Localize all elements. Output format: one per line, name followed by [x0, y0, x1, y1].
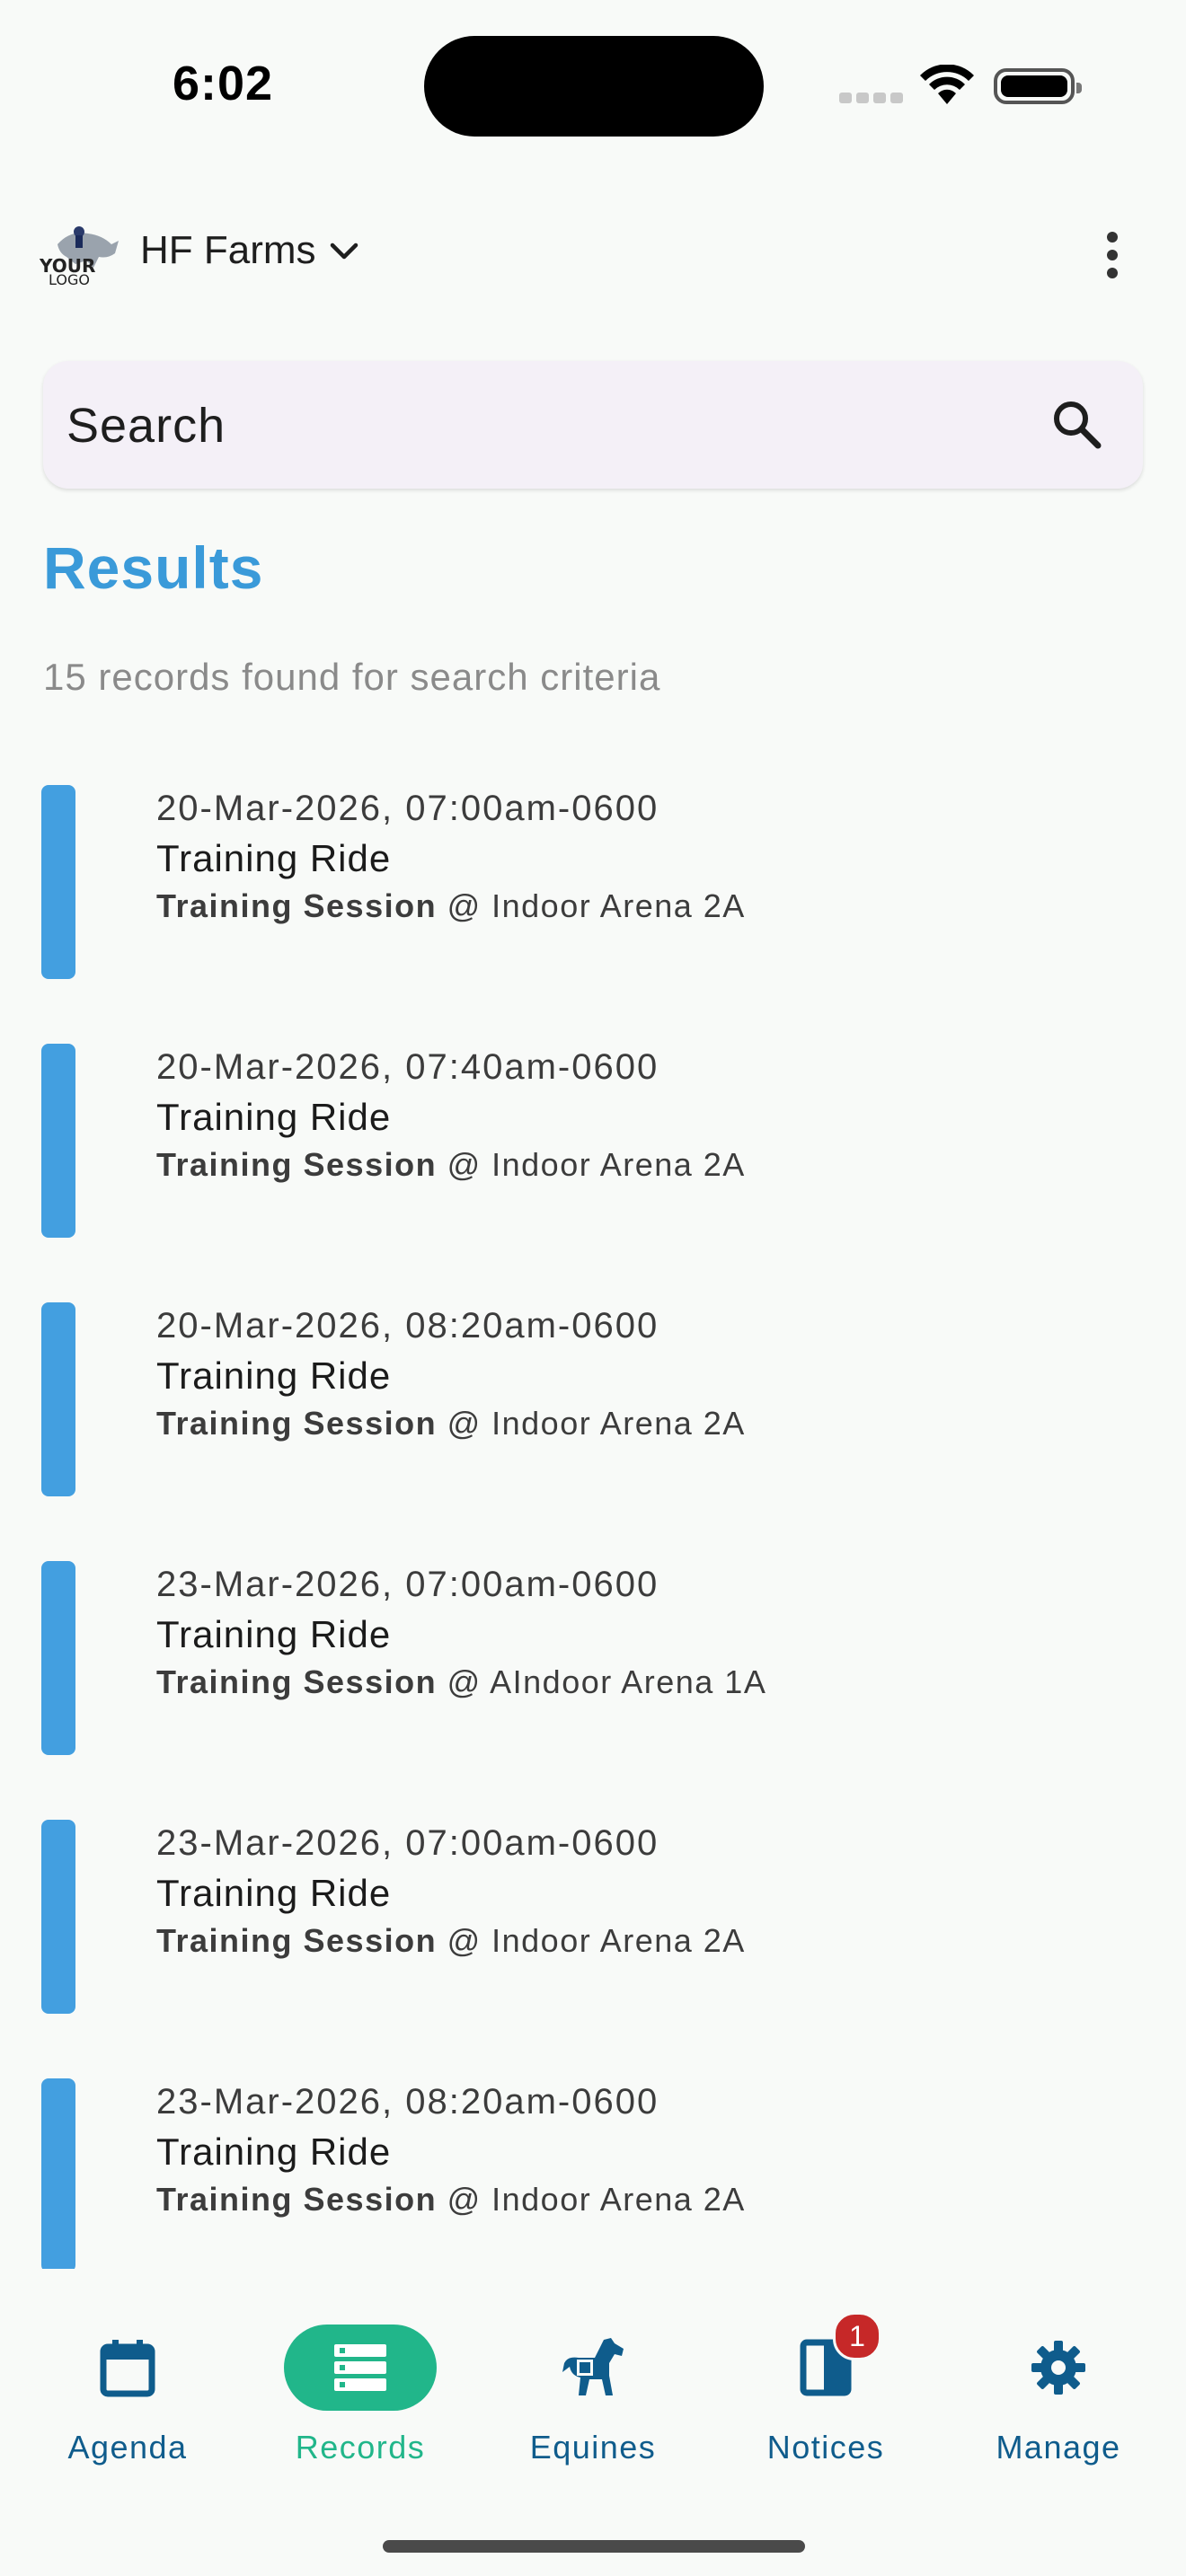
record-color-bar [41, 2078, 75, 2269]
record-item[interactable]: 23-Mar-2026, 08:20am-0600 Training Ride … [0, 2078, 1186, 2269]
logo-text-bottom: LOGO [49, 271, 90, 288]
record-title: Training Ride [156, 1872, 392, 1914]
org-switcher-label[interactable]: HF Farms [140, 228, 316, 273]
record-datetime: 20-Mar-2026, 08:20am-0600 [156, 1306, 659, 1345]
record-type: Training Session [156, 1663, 438, 1700]
search-icon[interactable] [1049, 397, 1103, 455]
record-datetime: 23-Mar-2026, 07:00am-0600 [156, 1565, 659, 1604]
nav-records[interactable]: Records [252, 2305, 468, 2466]
record-meta: Training Session @ Indoor Arena 2A [156, 887, 746, 925]
record-datetime: 20-Mar-2026, 07:00am-0600 [156, 789, 659, 828]
record-type: Training Session [156, 887, 438, 924]
record-color-bar [41, 785, 75, 979]
record-location: @ Indoor Arena 2A [437, 1922, 746, 1959]
calendar-icon [51, 2325, 204, 2411]
records-list[interactable]: 20-Mar-2026, 07:00am-0600 Training Ride … [0, 785, 1186, 2269]
record-type: Training Session [156, 1146, 438, 1183]
wifi-icon [918, 64, 976, 112]
record-datetime: 23-Mar-2026, 08:20am-0600 [156, 2082, 659, 2122]
record-item[interactable]: 20-Mar-2026, 08:20am-0600 Training Ride … [0, 1302, 1186, 1496]
record-title: Training Ride [156, 1354, 392, 1397]
horse-icon [517, 2325, 669, 2411]
nav-manage-label: Manage [996, 2429, 1121, 2466]
nav-notices[interactable]: 1 Notices [718, 2305, 934, 2466]
record-title: Training Ride [156, 1096, 392, 1138]
results-summary: 15 records found for search criteria [43, 656, 661, 698]
record-meta: Training Session @ Indoor Arena 2A [156, 1405, 746, 1442]
record-title: Training Ride [156, 1613, 392, 1655]
record-meta: Training Session @ AIndoor Arena 1A [156, 1663, 766, 1701]
list-icon [284, 2325, 437, 2411]
nav-manage[interactable]: Manage [951, 2305, 1166, 2466]
record-color-bar [41, 1820, 75, 2014]
more-vert-icon[interactable] [1094, 228, 1130, 287]
record-location: @ Indoor Arena 2A [437, 1146, 746, 1183]
results-title: Results [43, 534, 264, 601]
search-input[interactable] [65, 361, 1039, 490]
record-location: @ Indoor Arena 2A [437, 2181, 746, 2218]
record-meta: Training Session @ Indoor Arena 2A [156, 1922, 746, 1960]
chevron-down-icon[interactable] [329, 241, 359, 267]
record-location: @ AIndoor Arena 1A [437, 1663, 767, 1700]
record-title: Training Ride [156, 2130, 392, 2173]
record-color-bar [41, 1561, 75, 1755]
gear-icon [982, 2325, 1135, 2411]
record-meta: Training Session @ Indoor Arena 2A [156, 2181, 746, 2219]
record-item[interactable]: 20-Mar-2026, 07:40am-0600 Training Ride … [0, 1044, 1186, 1238]
notices-badge: 1 [833, 2312, 881, 2360]
dynamic-island [424, 36, 764, 137]
record-type: Training Session [156, 1922, 438, 1959]
org-logo[interactable]: YOUR LOGO [40, 217, 122, 289]
nav-agenda[interactable]: Agenda [20, 2305, 235, 2466]
nav-equines-label: Equines [529, 2429, 657, 2466]
record-type: Training Session [156, 2181, 438, 2218]
record-title: Training Ride [156, 837, 392, 879]
record-meta: Training Session @ Indoor Arena 2A [156, 1146, 746, 1184]
record-color-bar [41, 1044, 75, 1238]
search-bar [43, 361, 1143, 490]
record-item[interactable]: 20-Mar-2026, 07:00am-0600 Training Ride … [0, 785, 1186, 979]
record-location: @ Indoor Arena 2A [437, 1405, 746, 1442]
cellular-signal-icon [839, 92, 907, 108]
record-color-bar [41, 1302, 75, 1496]
nav-agenda-label: Agenda [67, 2429, 188, 2466]
record-datetime: 20-Mar-2026, 07:40am-0600 [156, 1047, 659, 1087]
record-type: Training Session [156, 1405, 438, 1442]
status-time: 6:02 [173, 57, 274, 110]
nav-records-label: Records [295, 2429, 426, 2466]
bottom-nav: Agenda Records Equines 1 Notices Manage [0, 2269, 1186, 2576]
nav-equines[interactable]: Equines [485, 2305, 701, 2466]
record-location: @ Indoor Arena 2A [437, 887, 746, 924]
nav-notices-label: Notices [766, 2429, 885, 2466]
home-indicator[interactable] [383, 2540, 805, 2553]
record-datetime: 23-Mar-2026, 07:00am-0600 [156, 1823, 659, 1863]
record-item[interactable]: 23-Mar-2026, 07:00am-0600 Training Ride … [0, 1561, 1186, 1755]
battery-icon [994, 68, 1082, 104]
record-item[interactable]: 23-Mar-2026, 07:00am-0600 Training Ride … [0, 1820, 1186, 2014]
